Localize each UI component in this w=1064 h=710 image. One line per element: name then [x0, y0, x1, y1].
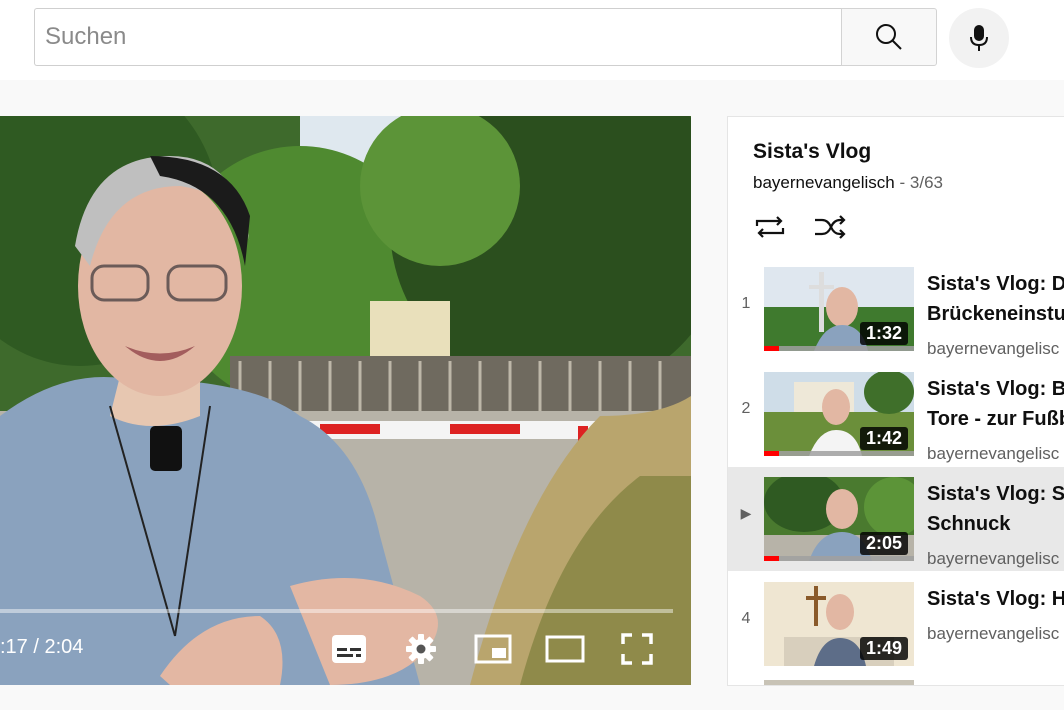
shuffle-playlist-button[interactable] [812, 209, 848, 245]
video-player[interactable]: :17 / 2:04 [0, 116, 691, 685]
shuffle-icon [815, 215, 846, 239]
miniplayer-button[interactable] [471, 628, 515, 670]
playlist-item-channel: bayernevangelisc [927, 444, 1060, 463]
video-thumbnail[interactable]: 1:32 [764, 267, 914, 351]
settings-button[interactable] [399, 628, 443, 670]
video-duration: 1:42 [859, 427, 908, 450]
playlist-item-channel: bayernevangelisc [927, 549, 1060, 568]
watch-progress [764, 451, 914, 456]
title-line: Schnuck [927, 513, 1011, 535]
playlist-item[interactable]: 1 1:32 Sista's Vlog: Dr Brückeneinstur b… [728, 257, 1064, 361]
playlist-item[interactable]: 2 1:42 Sista's Vlog: Ba Tore - zur Fußb … [728, 362, 1064, 466]
playlist-separator: - [899, 173, 906, 192]
theater-mode-button[interactable] [543, 628, 587, 670]
playlist-item-index: 4 [741, 610, 751, 627]
voice-search-button[interactable] [949, 8, 1009, 68]
video-thumbnail[interactable]: 2:05 [764, 477, 914, 561]
fullscreen-icon [621, 633, 653, 665]
playlist-item-index: 1 [741, 295, 751, 312]
fullscreen-button[interactable] [615, 628, 659, 670]
playlist-meta: bayernevangelisch - 3/63 [753, 173, 943, 193]
playlist-item-index: 2 [741, 400, 751, 417]
search-icon [876, 24, 902, 50]
video-thumbnail[interactable]: 1:49 [764, 582, 914, 666]
title-line: Sista's Vlog: Dr [927, 273, 1064, 295]
loop-icon [755, 216, 785, 238]
title-line: Sista's Vlog: Hi [927, 588, 1064, 610]
watch-progress [764, 556, 914, 561]
subtitles-icon [332, 635, 366, 663]
subtitles-button[interactable] [327, 628, 371, 670]
video-duration: 2:05 [859, 532, 908, 555]
playlist-position: 3/63 [909, 173, 943, 192]
loop-playlist-button[interactable] [752, 209, 788, 245]
masthead [0, 0, 1064, 80]
video-frame [0, 116, 691, 685]
video-thumbnail[interactable] [764, 680, 914, 685]
video-duration: 1:32 [859, 322, 908, 345]
title-line: Sista's Vlog: Sc [927, 483, 1064, 505]
playlist-item-channel: bayernevangelisc [927, 339, 1060, 358]
video-duration: 1:49 [859, 637, 908, 660]
search-button[interactable] [841, 8, 937, 66]
theater-mode-icon [545, 635, 585, 663]
search-input[interactable] [34, 8, 842, 66]
playlist-item-current[interactable]: ▶ 2:05 Sista's Vlog: Sc Schnuck bayernev… [728, 467, 1064, 571]
playlist-item[interactable]: 4 1:49 Sista's Vlog: Hi bayernevangelisc [728, 572, 1064, 676]
playlist-item-channel: bayernevangelisc [927, 624, 1060, 643]
video-thumbnail[interactable]: 1:42 [764, 372, 914, 456]
playlist-title[interactable]: Sista's Vlog [753, 140, 871, 164]
title-line: Tore - zur Fußb [927, 408, 1064, 430]
playlist-item-title[interactable]: Sista's Vlog: Sc Schnuck [927, 479, 1064, 539]
playlist-owner[interactable]: bayernevangelisch [753, 173, 895, 192]
playlist-item-title[interactable]: Sista's Vlog: Dr Brückeneinstur [927, 269, 1064, 329]
time-display: :17 / 2:04 [0, 636, 84, 658]
microphone-icon [970, 25, 988, 51]
watch-progress [764, 346, 914, 351]
playlist-item-title[interactable]: Sista's Vlog: Ba Tore - zur Fußb [927, 374, 1064, 434]
playlist-item-title[interactable]: Sista's Vlog: Hi [927, 584, 1064, 614]
now-playing-indicator: ▶ [740, 505, 752, 521]
title-line: Sista's Vlog: Ba [927, 378, 1064, 400]
settings-icon [406, 634, 436, 664]
miniplayer-icon [474, 634, 512, 664]
playlist-panel: Sista's Vlog bayernevangelisch - 3/63 1 [727, 116, 1064, 686]
title-line: Brückeneinstur [927, 303, 1064, 325]
progress-bar[interactable] [0, 609, 673, 613]
